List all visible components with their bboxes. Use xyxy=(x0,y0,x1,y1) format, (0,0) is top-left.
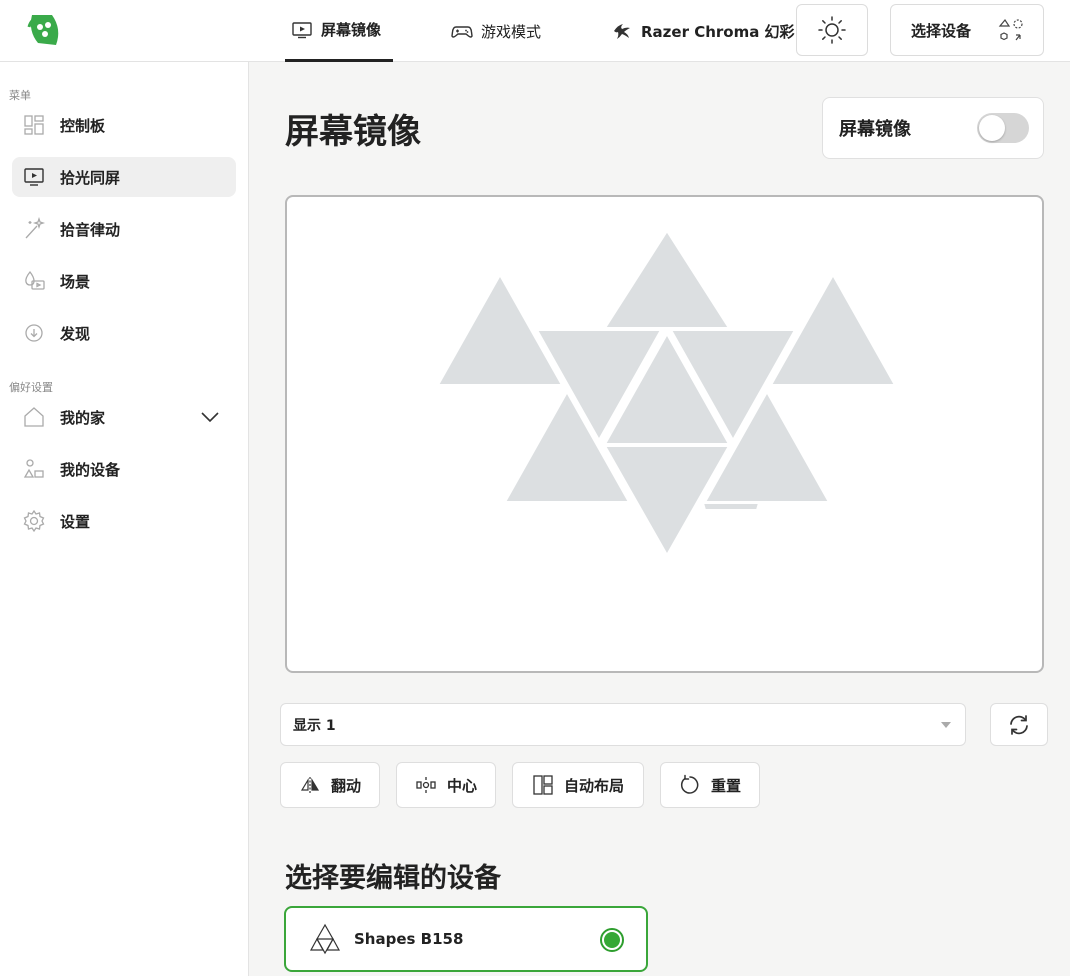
flip-label: 翻动 xyxy=(330,776,361,795)
top-header: 屏幕镜像 游戏模式 Razer Chroma 幻彩 选择设备 xyxy=(0,0,1070,62)
sidebar-item-my-devices[interactable]: 我的设备 xyxy=(12,449,236,489)
device-card-shapes[interactable]: Shapes B158 xyxy=(284,906,648,972)
sidebar-item-dashboard[interactable]: 控制板 xyxy=(12,105,236,145)
reset-icon xyxy=(680,774,699,794)
light-panel[interactable] xyxy=(604,230,730,329)
flip-button[interactable]: 翻动 xyxy=(280,762,380,808)
reset-button[interactable]: 重置 xyxy=(660,762,760,808)
sidebar-item-label: 我的设备 xyxy=(60,460,121,479)
tab-screen-mirror[interactable]: 屏幕镜像 xyxy=(285,0,393,62)
menu-section-label: 菜单 xyxy=(9,89,31,102)
select-device-label: 选择设备 xyxy=(911,21,972,40)
radio-dot xyxy=(604,932,620,948)
device-name: Shapes B158 xyxy=(354,930,464,948)
dashboard-icon xyxy=(24,115,44,135)
auto-layout-button[interactable]: 自动布局 xyxy=(512,762,644,808)
sidebar-item-label: 我的家 xyxy=(60,408,106,427)
device-section-title: 选择要编辑的设备 xyxy=(285,863,501,894)
sidebar-item-label: 发现 xyxy=(60,324,91,343)
home-icon xyxy=(24,407,44,427)
auto-layout-label: 自动布局 xyxy=(563,776,624,795)
panel-layout xyxy=(437,230,896,556)
layout-canvas[interactable] xyxy=(285,195,1044,673)
sidebar-item-screen-sync[interactable]: 拾光同屏 xyxy=(12,157,236,197)
download-cloud-icon xyxy=(25,324,43,342)
tab-label: 屏幕镜像 xyxy=(321,21,382,39)
toggle-label: 屏幕镜像 xyxy=(839,119,911,140)
sidebar-item-discover[interactable]: 发现 xyxy=(12,313,236,353)
page-title: 屏幕镜像 xyxy=(285,112,421,152)
refresh-button[interactable] xyxy=(990,703,1048,746)
shapes-swap-icon xyxy=(998,18,1023,41)
monitor-play-icon xyxy=(292,21,312,38)
tab-razer-chroma[interactable]: Razer Chroma 幻彩 xyxy=(611,0,795,62)
center-icon xyxy=(416,777,436,793)
sidebar-item-rhythm[interactable]: 拾音律动 xyxy=(12,209,236,249)
flip-icon xyxy=(300,777,320,793)
screen-mirror-toggle-card: 屏幕镜像 xyxy=(822,97,1044,159)
tab-game-mode[interactable]: 游戏模式 xyxy=(451,0,541,62)
sidebar-item-my-home[interactable]: 我的家 xyxy=(12,397,236,437)
sidebar-item-scenes[interactable]: 场景 xyxy=(12,261,236,301)
gamepad-icon xyxy=(451,26,473,38)
sidebar-item-label: 拾音律动 xyxy=(60,220,121,239)
shapes-layout-icon xyxy=(309,923,341,955)
razer-icon xyxy=(614,24,630,39)
toggle-knob xyxy=(979,115,1005,141)
prefs-section-label: 偏好设置 xyxy=(9,381,53,394)
display-select-value: 显示 1 xyxy=(293,717,336,734)
monitor-play-icon xyxy=(24,168,44,186)
devices-icon xyxy=(23,459,44,478)
sidebar-item-label: 控制板 xyxy=(60,116,106,135)
select-device-button[interactable]: 选择设备 xyxy=(890,4,1044,56)
sidebar-item-label: 设置 xyxy=(60,512,91,531)
dropdown-caret-icon xyxy=(941,721,951,728)
screen-mirror-toggle[interactable] xyxy=(977,113,1029,143)
reset-label: 重置 xyxy=(710,776,741,795)
tab-label: Razer Chroma 幻彩 xyxy=(641,22,795,41)
scene-icon xyxy=(25,270,45,290)
center-button[interactable]: 中心 xyxy=(396,762,496,808)
sidebar-item-label: 拾光同屏 xyxy=(60,168,121,187)
magic-wand-icon xyxy=(25,217,46,239)
sidebar: 菜单 控制板 拾光同屏 拾音律动 场景 发现 偏好设置 我的家 我的设备 设置 xyxy=(0,62,249,976)
device-selected-radio[interactable] xyxy=(600,928,624,952)
nanoleaf-logo-icon xyxy=(27,15,59,45)
sidebar-item-label: 场景 xyxy=(60,272,91,291)
tab-label: 游戏模式 xyxy=(481,22,542,41)
gear-icon xyxy=(23,509,45,533)
sun-icon xyxy=(818,16,846,44)
brightness-button[interactable] xyxy=(796,4,868,56)
auto-layout-icon xyxy=(533,775,553,795)
sidebar-item-settings[interactable]: 设置 xyxy=(12,501,236,541)
refresh-icon xyxy=(1010,714,1028,735)
light-panel[interactable] xyxy=(702,502,760,511)
chevron-down-icon[interactable] xyxy=(198,405,222,429)
center-label: 中心 xyxy=(446,776,477,795)
display-select[interactable]: 显示 1 xyxy=(280,703,966,746)
